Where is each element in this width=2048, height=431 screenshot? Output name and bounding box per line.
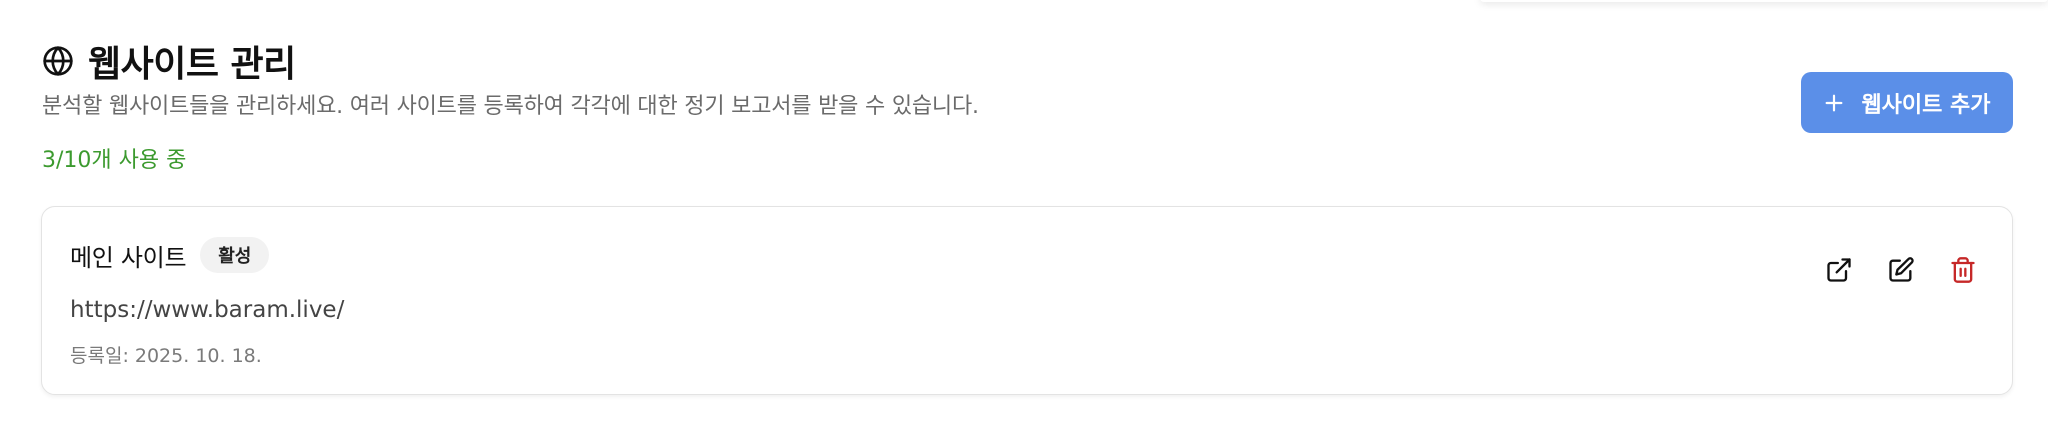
site-url: https://www.baram.live/ [70,297,345,323]
status-badge: 활성 [200,237,270,273]
edit-site-button[interactable] [1880,249,1922,291]
page-header: 웹사이트 관리 분석할 웹사이트들을 관리하세요. 여러 사이트를 등록하여 각… [42,36,2014,173]
usage-count: 3/10개 사용 중 [42,148,187,173]
add-website-button[interactable]: 웹사이트 추가 [1801,72,2013,133]
trash-icon [1949,256,1977,284]
plus-icon [1823,92,1845,114]
globe-icon [42,45,74,77]
external-link-icon [1825,256,1853,284]
site-card: 메인 사이트 활성 https://www.baram.live/ 등록일: 2… [41,206,2013,395]
add-website-label: 웹사이트 추가 [1861,92,1991,118]
site-name: 메인 사이트 [70,243,187,272]
page-subtitle: 분석할 웹사이트들을 관리하세요. 여러 사이트를 등록하여 각각에 대한 정기… [42,94,979,119]
delete-site-button[interactable] [1942,249,1984,291]
title-row: 웹사이트 관리 [42,36,2014,86]
registered-date: 등록일: 2025. 10. 18. [70,345,262,367]
page-title: 웹사이트 관리 [88,44,296,85]
site-card-header: 메인 사이트 활성 [70,237,270,273]
top-panel-edge [1480,0,2048,2]
edit-icon [1887,256,1915,284]
site-actions [1798,249,1984,291]
open-site-button[interactable] [1818,249,1860,291]
